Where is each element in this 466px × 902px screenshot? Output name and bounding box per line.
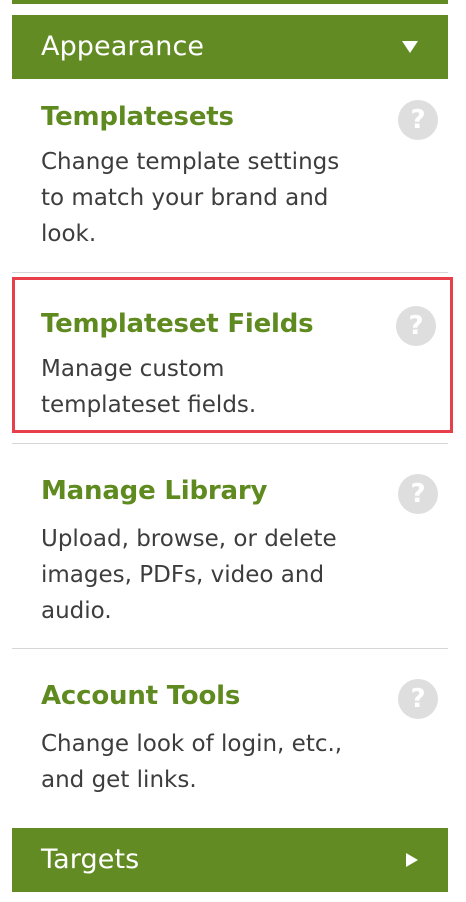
help-icon[interactable]: ?	[398, 679, 438, 719]
menu-item-title[interactable]: Templateset Fields	[41, 309, 314, 339]
help-icon[interactable]: ?	[398, 474, 438, 514]
help-icon[interactable]: ?	[398, 100, 438, 140]
menu-item-templateset-fields[interactable]: Templateset Fields Manage custom templat…	[12, 277, 453, 433]
section-header-label: Targets	[41, 844, 140, 875]
divider	[12, 648, 448, 649]
divider	[12, 443, 448, 444]
menu-item-description: Manage custom templateset fields.	[41, 356, 257, 418]
caret-right-icon	[406, 828, 418, 892]
menu-item-account-tools[interactable]: Account Tools Change look of login, etc.…	[12, 651, 448, 823]
menu-item-description: Change template settings to match your b…	[41, 149, 340, 247]
help-icon[interactable]: ?	[396, 306, 436, 346]
settings-menu-panel: Appearance Templatesets Change template …	[0, 0, 466, 902]
caret-down-icon	[402, 15, 418, 79]
menu-item-title[interactable]: Account Tools	[41, 681, 240, 711]
menu-item-description: Change look of login, etc., and get link…	[41, 731, 343, 793]
section-header-label: Appearance	[41, 31, 205, 62]
divider	[12, 272, 448, 273]
section-header-targets[interactable]: Targets	[12, 828, 448, 892]
section-header-appearance[interactable]: Appearance	[12, 15, 448, 79]
menu-item-title[interactable]: Manage Library	[41, 476, 267, 506]
menu-item-templatesets[interactable]: Templatesets Change template settings to…	[12, 80, 448, 272]
previous-section-header-edge[interactable]	[12, 0, 448, 4]
menu-item-description: Upload, browse, or delete images, PDFs, …	[41, 526, 337, 624]
menu-item-title[interactable]: Templatesets	[41, 102, 234, 132]
menu-item-manage-library[interactable]: Manage Library Upload, browse, or delete…	[12, 446, 448, 646]
